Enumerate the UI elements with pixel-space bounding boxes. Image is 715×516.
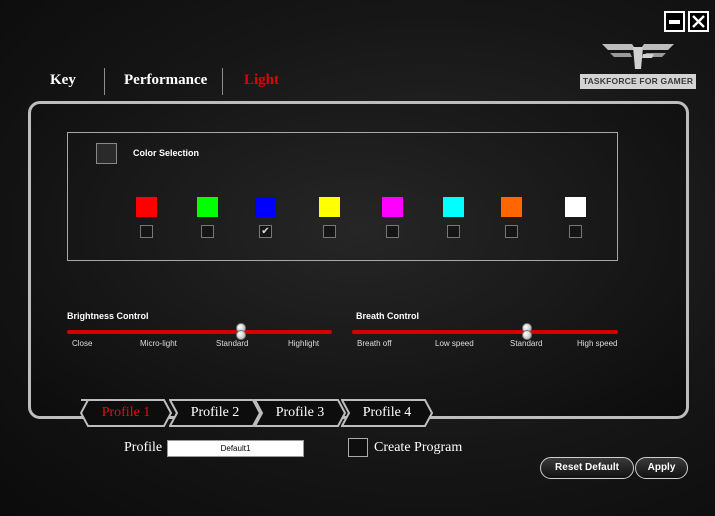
apply-button[interactable]: Apply — [635, 457, 688, 479]
profile-tab-3[interactable]: Profile 3 — [254, 399, 346, 427]
color-swatch-magenta[interactable] — [382, 197, 403, 217]
minimize-button[interactable] — [664, 11, 685, 32]
brand-text: TASKFORCE FOR GAMER — [580, 74, 696, 89]
tab-divider — [222, 68, 223, 95]
brightness-stop-label: Highlight — [288, 339, 320, 348]
profile-tab-label: Profile 4 — [362, 405, 412, 420]
brightness-stop-label: Micro-light — [140, 339, 177, 348]
check-icon: ✔ — [261, 225, 270, 237]
color-swatch-blue[interactable] — [255, 197, 276, 217]
minimize-icon — [669, 19, 680, 24]
color-checkbox-white[interactable] — [569, 225, 582, 238]
color-swatch-green[interactable] — [197, 197, 218, 217]
color-swatch-red[interactable] — [136, 197, 157, 217]
breath-stop-label: High speed — [577, 339, 618, 348]
close-button[interactable] — [688, 11, 709, 32]
brightness-control-title: Brightness Control — [67, 311, 149, 321]
selected-color-preview — [96, 143, 117, 164]
reset-default-button[interactable]: Reset Default — [540, 457, 634, 479]
profile-name-input[interactable]: Default1 — [167, 440, 304, 457]
brightness-stop-label: Close — [72, 339, 93, 348]
color-checkbox-magenta[interactable] — [386, 225, 399, 238]
taskforce-logo-icon — [602, 44, 674, 69]
color-selection-label: Color Selection — [133, 148, 200, 158]
create-program-label: Create Program — [374, 440, 463, 455]
create-program-checkbox[interactable] — [348, 438, 368, 457]
profile-tab-label: Profile 2 — [190, 405, 240, 420]
breath-stop-label: Standard — [510, 339, 543, 348]
profile-field-label: Profile — [124, 440, 163, 455]
color-checkbox-red[interactable] — [140, 225, 153, 238]
tab-key[interactable]: Key — [50, 68, 76, 96]
color-checkbox-blue[interactable]: ✔ — [259, 225, 272, 238]
color-checkbox-green[interactable] — [201, 225, 214, 238]
color-checkbox-yellow[interactable] — [323, 225, 336, 238]
color-swatch-yellow[interactable] — [319, 197, 340, 217]
breath-stop-label: Breath off — [357, 339, 392, 348]
tab-divider — [104, 68, 105, 95]
color-checkbox-cyan[interactable] — [447, 225, 460, 238]
profile-tab-label: Profile 1 — [101, 405, 151, 420]
brightness-slider-track[interactable] — [67, 330, 332, 334]
color-swatch-white[interactable] — [565, 197, 586, 217]
tab-performance[interactable]: Performance — [124, 68, 207, 96]
profile-tab-4[interactable]: Profile 4 — [341, 399, 433, 427]
profile-tab-1[interactable]: Profile 1 — [80, 399, 172, 427]
color-checkbox-orange[interactable] — [505, 225, 518, 238]
breath-stop-label: Low speed — [435, 339, 474, 348]
breath-slider-track[interactable] — [352, 330, 618, 334]
brightness-stop-label: Standard — [216, 339, 249, 348]
profile-tab-2[interactable]: Profile 2 — [169, 399, 261, 427]
color-swatch-cyan[interactable] — [443, 197, 464, 217]
color-swatch-orange[interactable] — [501, 197, 522, 217]
tab-light[interactable]: Light — [244, 68, 279, 96]
profile-tab-label: Profile 3 — [275, 405, 325, 420]
breath-control-title: Breath Control — [356, 311, 419, 321]
close-icon — [692, 15, 705, 28]
